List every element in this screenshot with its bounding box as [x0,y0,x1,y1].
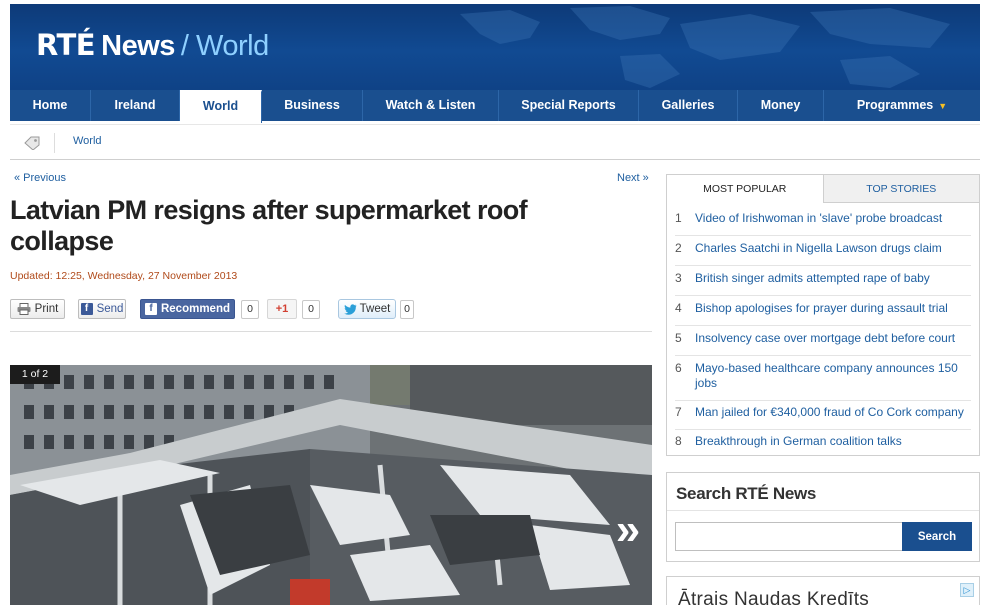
article-updated-timestamp: Updated: 12:25, Wednesday, 27 November 2… [10,270,238,282]
recommend-count: 0 [241,300,259,319]
logo-brand: RTÉ [36,28,96,62]
list-item-link[interactable]: Video of Irishwoman in 'slave' probe bro… [695,211,942,235]
page: RTÉ News / World Home Ireland World Busine… [0,0,989,605]
list-item-number: 6 [675,361,682,375]
next-article-link[interactable]: Next » [617,172,649,184]
tweet-label: Tweet [359,303,391,315]
search-input[interactable] [675,522,903,551]
list-item[interactable]: 6 Mayo-based healthcare company announce… [675,361,971,401]
list-item-number: 7 [675,405,682,419]
article-divider [10,331,652,332]
list-item[interactable]: 4 Bishop apologises for prayer during as… [675,301,971,326]
nav-money[interactable]: Money [738,90,824,121]
list-item-link[interactable]: Bishop apologises for prayer during assa… [695,301,948,325]
article-headline: Latvian PM resigns after supermarket roo… [10,195,528,256]
list-item[interactable]: 7 Man jailed for €340,000 fraud of Co Co… [675,405,971,430]
list-item[interactable]: 5 Insolvency case over mortgage debt bef… [675,331,971,356]
list-item-link[interactable]: Breakthrough in German coalition talks [695,434,902,454]
facebook-send-button[interactable]: f Send [78,299,126,319]
list-item-link[interactable]: British singer admits attempted rape of … [695,271,930,295]
nav-home[interactable]: Home [10,90,91,121]
advertisement[interactable]: Ātrais Naudas Kredīts ▷ [666,576,980,605]
list-item-number: 3 [675,271,682,285]
gplus-count: 0 [302,300,320,319]
nav-ireland[interactable]: Ireland [91,90,180,121]
nav-programmes[interactable]: Programmes ▼ [824,90,980,121]
search-button[interactable]: Search [902,522,972,551]
google-plus-button[interactable]: +1 [267,299,297,319]
list-item[interactable]: 1 Video of Irishwoman in 'slave' probe b… [675,211,971,236]
search-title: Search RTÉ News [676,484,817,503]
search-panel: Search RTÉ News Search [666,472,980,562]
twitter-bird-icon [343,303,357,315]
print-label: Print [34,303,59,315]
facebook-icon: f [80,303,93,315]
gplus-label: +1 [275,303,289,315]
list-item-link[interactable]: Mayo-based healthcare company announces … [695,361,971,400]
tweet-count: 0 [400,300,414,319]
list-item-number: 4 [675,301,682,315]
nav-world[interactable]: World [180,90,262,123]
logo-product: News [101,30,175,62]
list-item-link[interactable]: Charles Saatchi in Nigella Lawson drugs … [695,241,942,265]
breadcrumb-divider [54,133,55,153]
world-map-graphic [460,6,950,88]
gallery-counter: 1 of 2 [10,365,60,384]
recommend-label: Recommend [160,303,231,315]
list-item-number: 8 [675,434,682,448]
facebook-recommend-button[interactable]: f Recommend [140,299,235,319]
list-item-number: 5 [675,331,682,345]
logo-section: / World [180,30,269,62]
list-item-link[interactable]: Man jailed for €340,000 fraud of Co Cork… [695,405,964,429]
nav-business[interactable]: Business [262,90,363,121]
nav-programmes-label: Programmes [856,98,934,112]
masthead: RTÉ News / World [10,4,980,90]
list-item-number: 2 [675,241,682,255]
print-button[interactable]: Print [10,299,65,319]
main-nav: Home Ireland World Business Watch & List… [10,90,980,123]
list-item-number: 1 [675,211,682,225]
tab-most-popular[interactable]: MOST POPULAR [667,175,824,203]
popular-tabs: MOST POPULAR TOP STORIES [667,175,979,203]
nav-galleries[interactable]: Galleries [639,90,738,121]
printer-icon [17,303,31,315]
previous-article-link[interactable]: « Previous [14,172,66,184]
facebook-icon: f [144,303,157,315]
chevron-right-icon[interactable]: » [607,508,649,556]
gallery-photo[interactable] [10,365,652,605]
search-divider [667,510,979,511]
list-item[interactable]: 2 Charles Saatchi in Nigella Lawson drug… [675,241,971,266]
caret-down-icon: ▼ [938,101,948,111]
tweet-button[interactable]: Tweet [338,299,396,319]
collapsed-roof-photo [10,365,652,605]
site-logo[interactable]: RTÉ News / World [36,28,269,63]
list-item[interactable]: 3 British singer admits attempted rape o… [675,271,971,296]
breadcrumb-link-world[interactable]: World [73,135,102,147]
ad-choices-icon[interactable]: ▷ [960,583,974,597]
tab-top-stories[interactable]: TOP STORIES [823,175,979,203]
nav-special-reports[interactable]: Special Reports [499,90,639,121]
most-popular-panel: MOST POPULAR TOP STORIES 1 Video of Iris… [666,174,980,456]
nav-watch-listen[interactable]: Watch & Listen [363,90,499,121]
breadcrumb: World [10,124,980,160]
send-label: Send [96,303,124,315]
ad-headline[interactable]: Ātrais Naudas Kredīts [678,589,869,605]
list-item-link[interactable]: Insolvency case over mortgage debt befor… [695,331,955,355]
tag-icon [24,136,40,150]
list-item[interactable]: 8 Breakthrough in German coalition talks [675,434,971,454]
